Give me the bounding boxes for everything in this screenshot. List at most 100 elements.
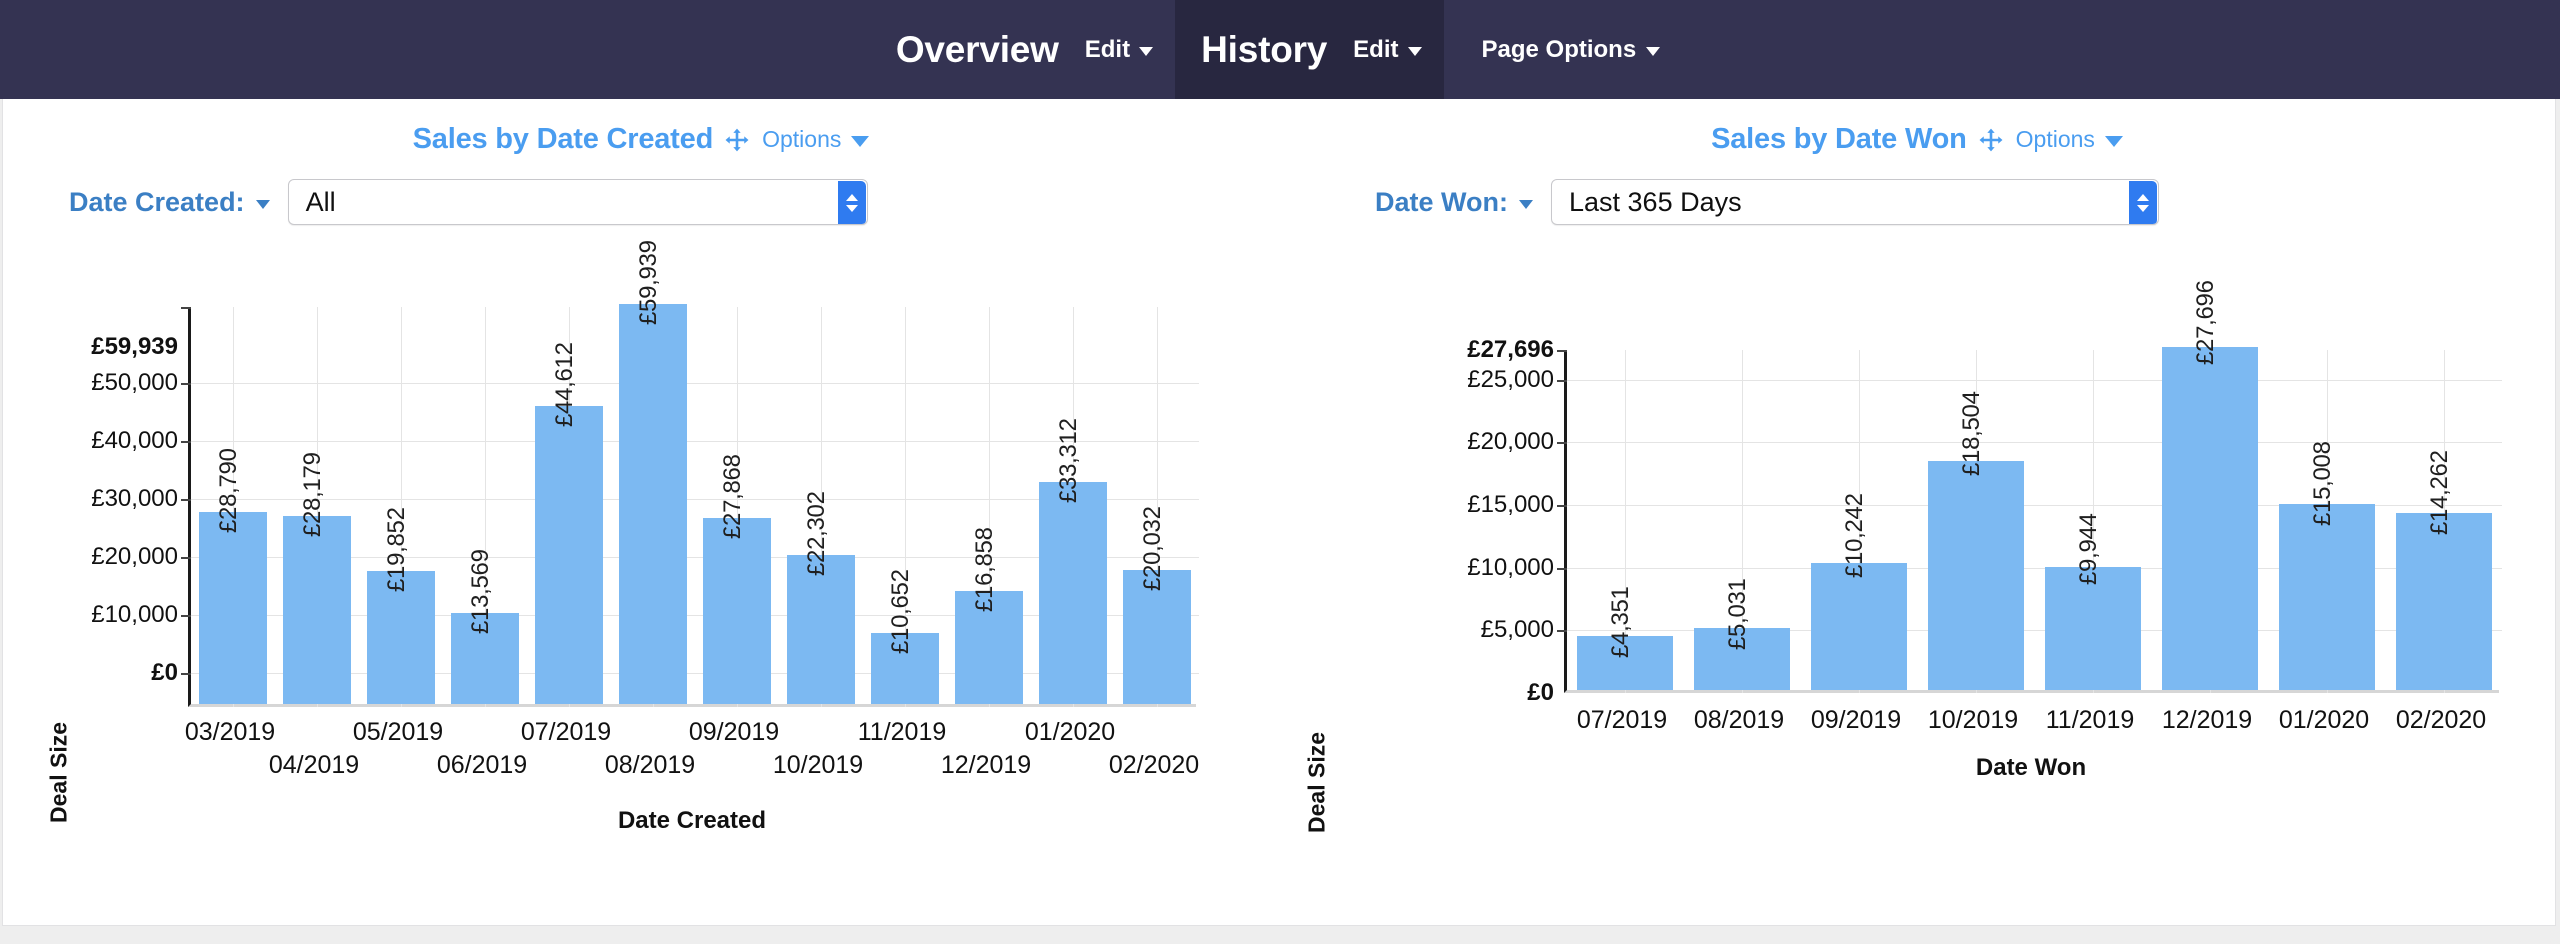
date-won-select[interactable]: Last 365 Days [1551,179,2159,225]
plot-axes-right: £4,351 £5,031 £10,242 £18,504 £9,944 £27… [1564,350,2499,693]
y-tickmark [181,307,191,309]
move-arrows-icon[interactable] [1978,127,2004,153]
x-tick-label: 08/2019 [605,751,695,780]
chevron-down-icon [1139,47,1153,56]
filter-label-date-won[interactable]: Date Won: [1375,187,1533,218]
dashboard-panel: Sales by Date Created Options Date Creat… [2,99,2556,926]
gridline [191,441,1199,442]
bar-chart-sales-by-date-created: Deal Size £59,939 £50,000 £40,000 £30,00… [3,249,1283,929]
top-navbar: Overview Edit History Edit Page Options [0,0,2560,99]
page-options-menu[interactable]: Page Options [1444,0,1691,99]
filter-label-date-created-text: Date Created: [69,187,245,218]
filter-row-left: Date Created: All [69,179,868,225]
y-tickmark [1557,568,1567,570]
date-created-select-value: All [306,187,336,218]
bar-value-label: £10,242 [1841,493,1869,578]
bar[interactable] [1039,482,1107,704]
chevron-down-icon [1646,47,1660,56]
x-tick-label: 09/2019 [689,718,779,747]
bar[interactable] [199,512,267,704]
tab-history-edit-label: Edit [1353,36,1398,64]
bar[interactable] [283,516,351,704]
x-tick-label: 01/2020 [2279,706,2369,735]
x-tick-label: 02/2020 [2396,706,2486,735]
gridline [1567,380,2502,381]
y-tick-label: £30,000 [91,485,178,513]
bar-chart-sales-by-date-won: Deal Size £27,696 £25,000 £20,000 £15,00… [1279,249,2559,929]
bar[interactable] [619,304,687,704]
x-tick-label: 10/2019 [773,751,863,780]
chevron-down-icon [2137,205,2149,212]
x-axis-title-left: Date Created [618,807,766,835]
x-tick-label: 07/2019 [521,718,611,747]
bar-value-label: £27,868 [719,454,747,539]
widget-header-left: Sales by Date Created Options [3,123,1279,156]
bar-value-label: £19,852 [383,507,411,592]
widget-sales-by-date-created: Sales by Date Created Options Date Creat… [3,99,1279,925]
y-tick-label: £10,000 [91,601,178,629]
chevron-down-icon [846,205,858,212]
bar-value-label: £5,031 [1724,578,1752,650]
filter-label-date-created[interactable]: Date Created: [69,187,270,218]
x-tick-label: 12/2019 [2162,706,2252,735]
bar-value-label: £13,569 [467,549,495,634]
bar-value-label: £28,790 [215,448,243,533]
y-tick-label: £0 [151,659,178,687]
y-tick-label: £15,000 [1467,491,1554,519]
y-tick-label: £50,000 [91,369,178,397]
bar[interactable] [1811,563,1907,690]
x-tick-label: 09/2019 [1811,706,1901,735]
select-stepper-icon[interactable] [838,181,866,225]
tab-overview-edit-label: Edit [1085,36,1130,64]
chevron-down-icon [2105,136,2123,147]
gridline [1567,442,2502,443]
x-tick-label: 04/2019 [269,751,359,780]
tab-overview[interactable]: Overview Edit [870,0,1175,99]
chevron-up-icon [2137,194,2149,201]
widget-options-left[interactable]: Options [762,126,869,153]
y-tickmark [1557,380,1567,382]
x-tick-label: 11/2019 [858,718,947,747]
y-tickmark [181,673,191,675]
chevron-down-icon [1408,47,1422,56]
widget-options-right[interactable]: Options [2016,126,2123,153]
widget-header-right: Sales by Date Won Options [1279,123,2555,156]
x-tick-label: 01/2020 [1025,718,1115,747]
plot-axes-left: £28,790 £28,179 £19,852 £13,569 £44,612 … [188,307,1196,707]
filter-label-date-won-text: Date Won: [1375,187,1508,218]
bar[interactable] [1928,461,2024,690]
y-axis-title-right: Deal Size [1304,703,1331,863]
widget-options-left-label: Options [762,126,841,153]
bar-value-label: £59,939 [635,240,663,325]
bar[interactable] [535,406,603,704]
bar[interactable] [2162,347,2258,690]
bar[interactable] [2396,513,2492,690]
tab-history[interactable]: History Edit [1175,0,1443,99]
bar[interactable] [787,555,855,704]
move-arrows-icon[interactable] [724,127,750,153]
date-created-select[interactable]: All [288,179,868,225]
bar[interactable] [2045,567,2141,690]
x-tick-label: 06/2019 [437,751,527,780]
bar-value-label: £4,351 [1607,586,1635,658]
y-tick-label: £0 [1527,679,1554,707]
tab-history-edit-menu[interactable]: Edit [1353,36,1421,64]
bar[interactable] [703,518,771,704]
charts-row: Sales by Date Created Options Date Creat… [3,99,2555,925]
x-tick-label: 02/2020 [1109,751,1199,780]
select-stepper-icon[interactable] [2129,181,2157,225]
widget-options-right-label: Options [2016,126,2095,153]
bar-value-label: £9,944 [2075,513,2103,585]
bar[interactable] [2279,504,2375,690]
tab-overview-edit-menu[interactable]: Edit [1085,36,1153,64]
bar-value-label: £20,032 [1139,506,1167,591]
tab-history-label: History [1201,29,1327,71]
chevron-up-icon [846,194,858,201]
y-tickmark [1557,442,1567,444]
x-tick-label: 03/2019 [185,718,275,747]
x-tick-label: 08/2019 [1694,706,1784,735]
bar-value-label: £16,858 [971,527,999,612]
gridline [191,383,1199,384]
y-tickmark [1557,505,1567,507]
navbar-tabs: Overview Edit History Edit Page Options [870,0,1690,99]
